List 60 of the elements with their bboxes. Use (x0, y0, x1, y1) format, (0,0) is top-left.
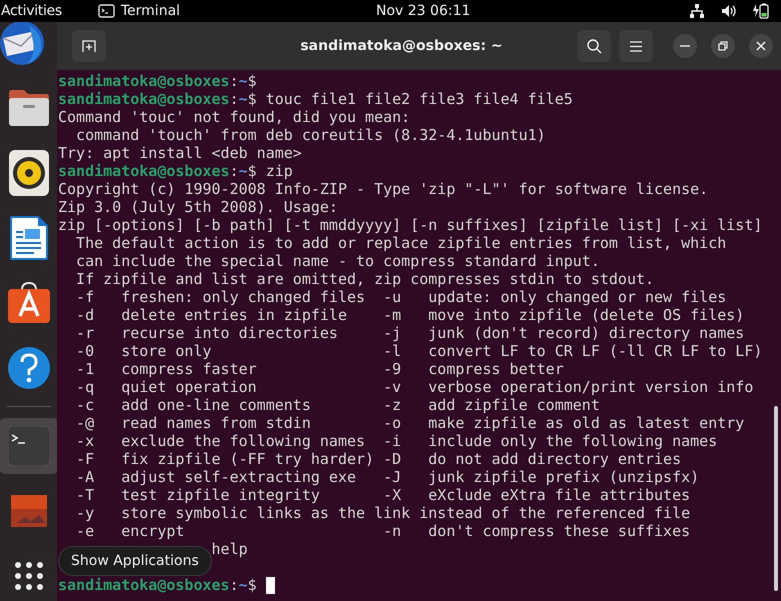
output-line: help (210, 540, 248, 558)
app-menu[interactable]: Terminal (120, 3, 180, 19)
mail-icon (0, 22, 44, 66)
close-icon (756, 41, 766, 51)
output-line: zip [-options] [-b path] [-t mmddyyyy] [-n suffixes] [zipfile list] [-xi list] (58, 216, 762, 234)
output-line: -1 compress faster -9 compress better (75, 360, 564, 378)
output-line: -T test zipfile integrity -X eXclude eXtra file attributes (75, 486, 690, 504)
maximize-button[interactable] (711, 34, 735, 58)
prompt-line: sandimatoka@osboxes:~$ (58, 72, 257, 90)
folder-icon (8, 88, 50, 126)
output-line: -A adjust self-extracting exe -J junk zipfile prefix (unzipsfx) (75, 468, 700, 486)
output-line: -@ read names from stdin -o make zipfile as old as latest entry (75, 414, 744, 432)
output-line: command 'touch' from deb coreutils (8.32-4.1ubuntu1) (75, 126, 546, 144)
output-line: can include the special name - to compress standard input. (75, 252, 600, 270)
output-line: -x exclude the following names -i include only the following names (75, 432, 718, 450)
prompt-line: sandimatoka@osboxes:~$ (58, 576, 257, 594)
output-line: Try: apt install <deb name> (58, 144, 302, 162)
new-tab-button[interactable] (72, 30, 106, 62)
minimize-button[interactable] (673, 34, 697, 58)
output-line: -r recurse into directories -j junk (don't record) directory names (75, 324, 744, 342)
output-line: Command 'touc' not found, did you mean: (58, 108, 410, 126)
close-button[interactable] (749, 34, 773, 58)
prompt-line: sandimatoka@osboxes:~$ zip (58, 162, 293, 180)
help-icon (8, 346, 50, 388)
terminal-icon (8, 426, 50, 466)
activities-button[interactable]: Activities (1, 3, 62, 19)
terminal-area[interactable] (57, 70, 781, 601)
output-line: -f freshen: only changed files -u update: only changed or new files (75, 288, 726, 306)
shopping-bag-icon (8, 282, 50, 324)
search-button[interactable] (577, 30, 611, 62)
volume-icon[interactable] (721, 4, 736, 18)
network-icon[interactable] (690, 4, 704, 18)
output-line: -c add one-line comments -z add zipfile comment (75, 396, 600, 414)
output-line: Copyright (c) 1990-2008 Info-ZIP - Type 'zip "-L"' for software license. (58, 180, 708, 198)
battery-icon[interactable] (753, 3, 769, 19)
app-icon (10, 494, 46, 526)
restore-icon (718, 41, 728, 51)
tooltip: Show Applications (58, 546, 212, 576)
new-tab-icon (82, 39, 96, 53)
scrollbar-thumb[interactable] (774, 406, 778, 591)
prompt-line: sandimatoka@osboxes:~$ touc file1 file2 file3 file4 file5 (58, 90, 573, 108)
menu-icon (630, 40, 642, 52)
app-grid-icon (14, 560, 44, 590)
terminal-icon (98, 4, 115, 18)
document-icon (10, 216, 48, 260)
search-icon (586, 38, 602, 54)
output-line: -e encrypt -n don't compress these suffixes (75, 522, 690, 540)
menu-button[interactable] (619, 30, 653, 62)
output-line: Zip 3.0 (July 5th 2008). Usage: (58, 198, 338, 216)
output-line: The default action is to add or replace zipfile entries from list, which (75, 234, 726, 252)
output-line: -q quiet operation -v verbose operation/print version info (75, 378, 754, 396)
window-title: sandimatoka@osboxes: ~ (299, 38, 504, 54)
speaker-icon (8, 150, 48, 196)
output-line: -0 store only -l convert LF to CR LF (-ll CR LF to LF) (75, 342, 762, 360)
output-line: If zipfile and list are omitted, zip compresses stdin to stdout. (75, 270, 654, 288)
clock[interactable]: Nov 23 06:11 (376, 3, 470, 19)
output-line: -d delete entries in zipfile -m move into zipfile (delete OS files) (75, 306, 744, 324)
output-line: -y store symbolic links as the link instead of the referenced file (75, 504, 690, 522)
minimize-icon (680, 45, 690, 47)
output-line: -F fix zipfile (-FF try harder) -D do not add directory entries (75, 450, 682, 468)
